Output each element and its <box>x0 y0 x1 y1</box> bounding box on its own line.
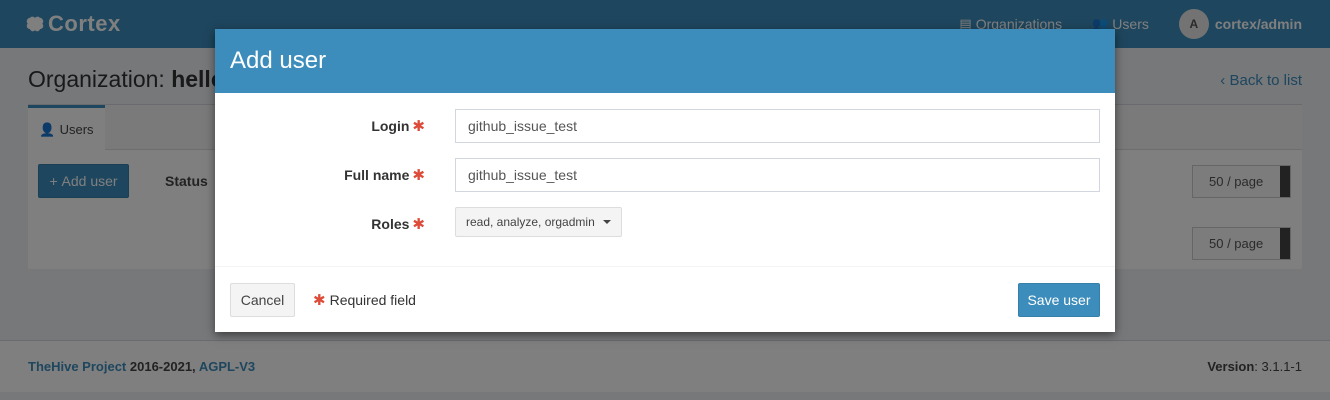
roles-label: Roles ✱ <box>371 215 425 233</box>
full-name-label: Full name ✱ <box>344 166 425 184</box>
cancel-button[interactable]: Cancel <box>230 283 295 317</box>
full-name-label-text: Full name <box>344 167 410 183</box>
required-field-note: ✱ Required field <box>313 291 416 309</box>
roles-row: Roles ✱ read, analyze, orgadmin <box>215 207 1115 241</box>
login-row: Login ✱ <box>215 109 1115 143</box>
required-field-text: Required field <box>329 292 416 308</box>
required-asterisk-icon: ✱ <box>412 167 425 184</box>
caret-down-icon <box>602 220 611 224</box>
roles-label-text: Roles <box>371 216 410 232</box>
modal-body: Login✱ Full name✱ Roles✱ read, analyze, … <box>215 93 1115 267</box>
roles-dropdown[interactable]: read, analyze, orgadmin <box>455 207 622 237</box>
modal-footer: Cancel ✱ Required field Save user <box>215 267 1115 331</box>
add-user-modal: Add user Login✱ Full name✱ Roles✱ read, … <box>215 29 1115 332</box>
modal-header: Add user <box>215 29 1115 93</box>
login-input[interactable] <box>455 109 1100 143</box>
full-name-input[interactable] <box>455 158 1100 192</box>
required-asterisk-icon: ✱ <box>412 118 425 135</box>
required-asterisk-icon: ✱ <box>313 292 326 309</box>
save-user-button[interactable]: Save user <box>1018 283 1100 317</box>
modal-title: Add user <box>230 47 327 74</box>
login-label-text: Login <box>371 118 410 134</box>
login-label: Login ✱ <box>371 117 425 135</box>
roles-value: read, analyze, orgadmin <box>466 215 595 229</box>
required-asterisk-icon: ✱ <box>412 216 425 233</box>
full-name-row: Full name ✱ <box>215 158 1115 192</box>
